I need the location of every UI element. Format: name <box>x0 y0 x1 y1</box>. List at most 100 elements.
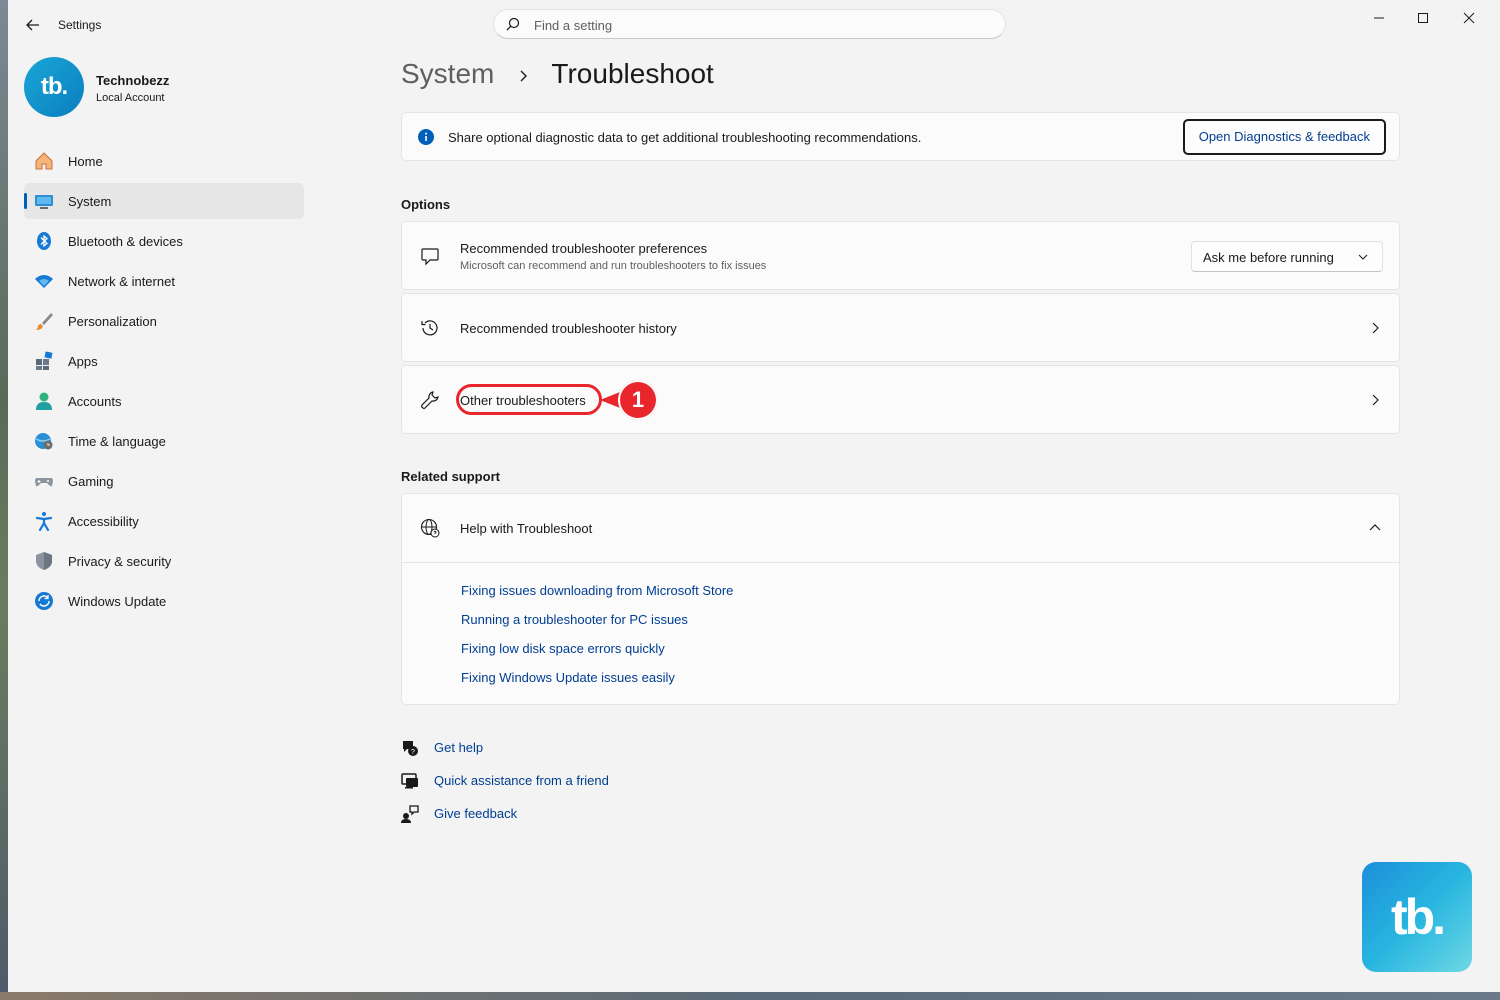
breadcrumb-parent[interactable]: System <box>401 58 494 89</box>
search-icon <box>506 17 520 31</box>
back-arrow-icon <box>26 19 39 31</box>
chevron-down-icon <box>1358 254 1368 260</box>
bluetooth-icon <box>37 232 51 250</box>
help-chat-icon: ? <box>403 741 418 756</box>
sidebar-item-label: Gaming <box>68 474 114 489</box>
give-feedback-label: Give feedback <box>434 806 518 821</box>
sidebar-item-accessibility[interactable]: Accessibility <box>24 503 304 539</box>
sidebar-item-label: Network & internet <box>68 274 175 289</box>
page-title: Troubleshoot <box>551 58 714 89</box>
help-link[interactable]: Fixing issues downloading from Microsoft… <box>461 583 733 598</box>
help-link[interactable]: Running a troubleshooter for PC issues <box>461 612 688 627</box>
svg-text:?: ? <box>411 749 415 756</box>
maximize-button[interactable] <box>1400 4 1446 32</box>
sidebar-item-privacy[interactable]: Privacy & security <box>24 543 304 579</box>
help-title: Help with Troubleshoot <box>460 521 593 536</box>
brush-icon <box>36 313 53 330</box>
annotation-arrow <box>600 392 620 408</box>
remote-assist-icon <box>401 773 418 789</box>
breadcrumb: System Troubleshoot <box>401 58 714 90</box>
preferences-subtitle: Microsoft can recommend and run troubles… <box>460 260 767 272</box>
sidebar-item-label: Bluetooth & devices <box>68 234 183 249</box>
sidebar-item-gaming[interactable]: Gaming <box>24 463 304 499</box>
sidebar-item-bluetooth[interactable]: Bluetooth & devices <box>24 223 304 259</box>
sidebar-item-personalization[interactable]: Personalization <box>24 303 304 339</box>
back-button[interactable] <box>22 14 44 36</box>
globe-help-icon <box>420 518 440 538</box>
related-support-heading: Related support <box>401 469 500 484</box>
accessibility-icon <box>35 512 53 531</box>
troubleshooter-preferences-row: Recommended troubleshooter preferences M… <box>401 221 1400 290</box>
annotation-highlight-ring <box>456 384 602 415</box>
feedback-icon <box>401 805 419 823</box>
minimize-button[interactable] <box>1356 4 1402 32</box>
sidebar-item-label: Windows Update <box>68 594 167 609</box>
wrench-icon <box>421 391 439 410</box>
info-icon <box>418 129 434 145</box>
desktop-background <box>0 0 8 1000</box>
wifi-icon <box>35 275 53 288</box>
quick-assist-label: Quick assistance from a friend <box>434 773 609 788</box>
close-button[interactable] <box>1446 4 1492 32</box>
diagnostics-info-banner: Share optional diagnostic data to get ad… <box>401 112 1400 161</box>
search-input[interactable] <box>532 15 986 35</box>
preferences-dropdown[interactable]: Ask me before running <box>1191 241 1383 272</box>
title-bar: Settings <box>8 0 1500 50</box>
options-heading: Options <box>401 197 451 212</box>
chevron-right-icon <box>1372 322 1379 334</box>
accounts-icon <box>36 392 52 410</box>
sidebar-item-network[interactable]: Network & internet <box>24 263 304 299</box>
sidebar-item-label: Personalization <box>68 314 157 329</box>
close-icon <box>1463 12 1475 24</box>
info-banner-text: Share optional diagnostic data to get ad… <box>448 130 922 145</box>
chevron-right-icon <box>520 70 528 82</box>
help-expander: Help with Troubleshoot Fixing issues dow… <box>401 493 1400 705</box>
search-box[interactable] <box>493 9 1006 39</box>
avatar[interactable]: tb. <box>24 57 84 117</box>
sidebar-item-system[interactable]: System <box>24 183 304 219</box>
help-link[interactable]: Fixing Windows Update issues easily <box>461 670 675 685</box>
profile-account-type: Local Account <box>96 92 165 104</box>
sidebar-item-label: Time & language <box>68 434 166 449</box>
help-expander-header[interactable]: Help with Troubleshoot <box>402 494 1399 563</box>
minimize-icon <box>1374 17 1384 19</box>
annotation-step-badge: 1 <box>618 380 658 420</box>
app-title: Settings <box>58 18 102 32</box>
sidebar-item-time-language[interactable]: Time & language <box>24 423 304 459</box>
sidebar-item-label: Privacy & security <box>68 554 172 569</box>
sidebar-item-accounts[interactable]: Accounts <box>24 383 304 419</box>
dropdown-value: Ask me before running <box>1203 250 1334 265</box>
sidebar-item-label: Home <box>68 154 103 169</box>
shield-icon <box>36 552 52 570</box>
sidebar-item-label: Accounts <box>68 394 122 409</box>
other-troubleshooters-row[interactable]: Other troubleshooters 1 <box>401 365 1400 434</box>
sidebar-item-label: Apps <box>68 354 98 369</box>
get-help-label: Get help <box>434 740 484 755</box>
brand-watermark-logo: tb. <box>1362 862 1472 972</box>
maximize-icon <box>1418 13 1428 23</box>
update-icon <box>35 592 53 610</box>
gamepad-icon <box>35 478 53 487</box>
globe-clock-icon <box>35 433 53 450</box>
sidebar-item-label: System <box>68 194 112 209</box>
chevron-up-icon[interactable] <box>1369 522 1381 534</box>
sidebar-item-label: Accessibility <box>68 514 139 529</box>
home-icon <box>35 152 53 170</box>
open-diagnostics-button[interactable]: Open Diagnostics & feedback <box>1182 119 1386 155</box>
history-title: Recommended troubleshooter history <box>460 321 677 336</box>
help-link[interactable]: Fixing low disk space errors quickly <box>461 641 665 656</box>
history-icon <box>421 320 438 336</box>
chat-bubble-icon <box>421 248 439 266</box>
troubleshooter-history-row[interactable]: Recommended troubleshooter history <box>401 293 1400 362</box>
chevron-right-icon <box>1372 394 1379 406</box>
preferences-title: Recommended troubleshooter preferences <box>460 241 708 256</box>
sidebar-item-home[interactable]: Home <box>24 143 304 179</box>
sidebar-item-windows-update[interactable]: Windows Update <box>24 583 304 619</box>
system-icon <box>35 195 53 209</box>
sidebar-item-apps[interactable]: Apps <box>24 343 304 379</box>
sidebar-nav: Home System Bluetooth & devices Network … <box>24 143 304 623</box>
settings-window: Settings tb. Technobezz Local Account Ho… <box>8 0 1500 992</box>
desktop-taskbar-edge <box>0 992 1500 1000</box>
profile-name: Technobezz <box>96 73 170 88</box>
apps-icon <box>36 351 53 370</box>
